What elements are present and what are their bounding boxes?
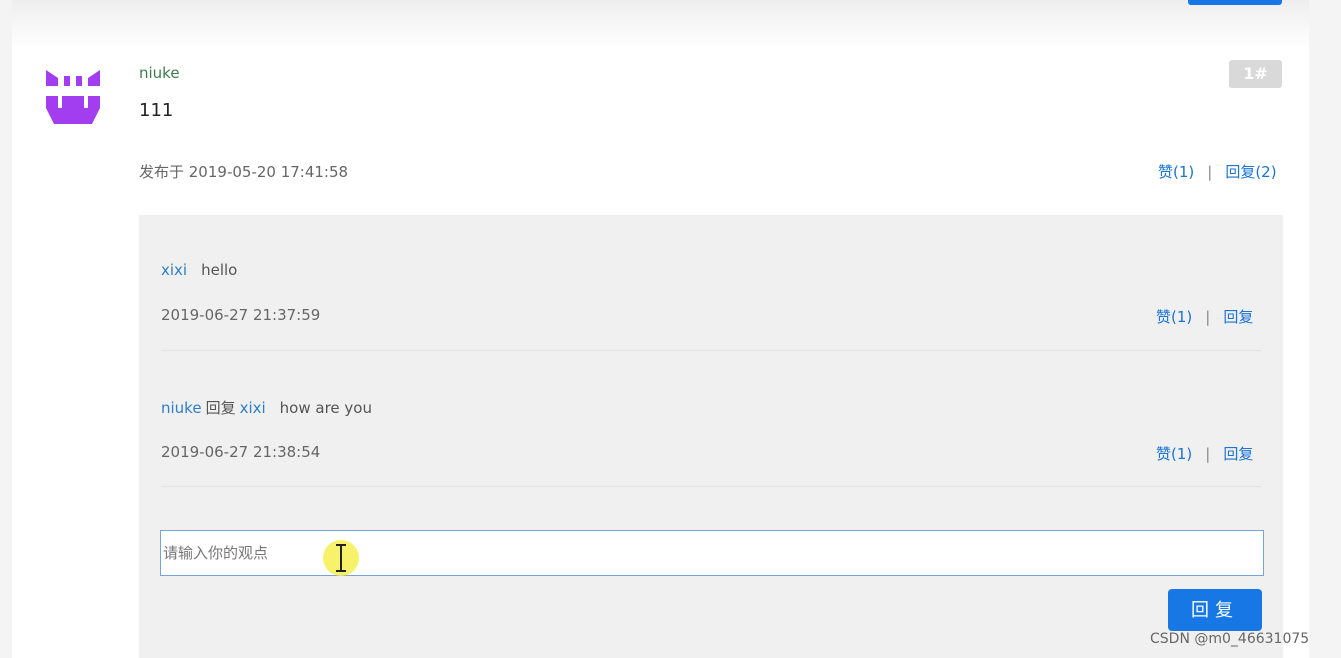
header-shade xyxy=(12,0,1309,48)
reply-item: niuke 回复 xixi how are you xyxy=(161,397,372,418)
action-separator: | xyxy=(1205,308,1211,326)
avatar[interactable] xyxy=(44,66,102,126)
comment-content: 111 xyxy=(139,100,174,121)
reply-verb: 回复 xyxy=(205,399,236,417)
reply-target-username[interactable]: xixi xyxy=(240,399,266,417)
comment-actions: 赞(1) | 回复(2) xyxy=(1158,161,1277,182)
reply-link[interactable]: 回复 xyxy=(1223,308,1253,326)
like-button[interactable]: 赞(1) xyxy=(1156,308,1192,326)
reply-submit-button[interactable]: 回复 xyxy=(1168,589,1262,631)
reply-link[interactable]: 回复 xyxy=(1223,445,1253,463)
watermark: CSDN @m0_46631075 xyxy=(1150,631,1310,647)
reply-divider xyxy=(161,350,1261,351)
reply-timestamp: 2019-06-27 21:38:54 xyxy=(161,443,321,461)
reply-username[interactable]: niuke xyxy=(161,399,202,417)
reply-actions: 赞(1) | 回复 xyxy=(1156,306,1253,327)
top-action-button[interactable] xyxy=(1188,0,1282,5)
replies-panel: xixi hello 2019-06-27 21:37:59 赞(1) | 回复 ni… xyxy=(139,215,1283,658)
comment-timestamp: 发布于 2019-05-20 17:41:58 xyxy=(139,163,349,181)
action-separator: | xyxy=(1205,445,1211,463)
like-button[interactable]: 赞(1) xyxy=(1158,163,1194,181)
reply-username[interactable]: xixi xyxy=(161,261,187,279)
reply-timestamp: 2019-06-27 21:37:59 xyxy=(161,306,321,324)
comment-username[interactable]: niuke xyxy=(139,64,180,82)
like-button[interactable]: 赞(1) xyxy=(1156,445,1192,463)
reply-link[interactable]: 回复(2) xyxy=(1225,163,1276,181)
action-separator: | xyxy=(1207,163,1213,181)
reply-actions: 赞(1) | 回复 xyxy=(1156,443,1253,464)
floor-badge: 1# xyxy=(1229,60,1282,88)
text-cursor-icon xyxy=(336,544,346,572)
comment-card: niuke 1# 111 发布于 2019-05-20 17:41:58 赞(1… xyxy=(12,0,1309,658)
reply-item: xixi hello xyxy=(161,261,237,279)
reply-text: hello xyxy=(201,261,238,279)
reply-text: how are you xyxy=(279,399,372,417)
reply-divider xyxy=(161,486,1261,487)
